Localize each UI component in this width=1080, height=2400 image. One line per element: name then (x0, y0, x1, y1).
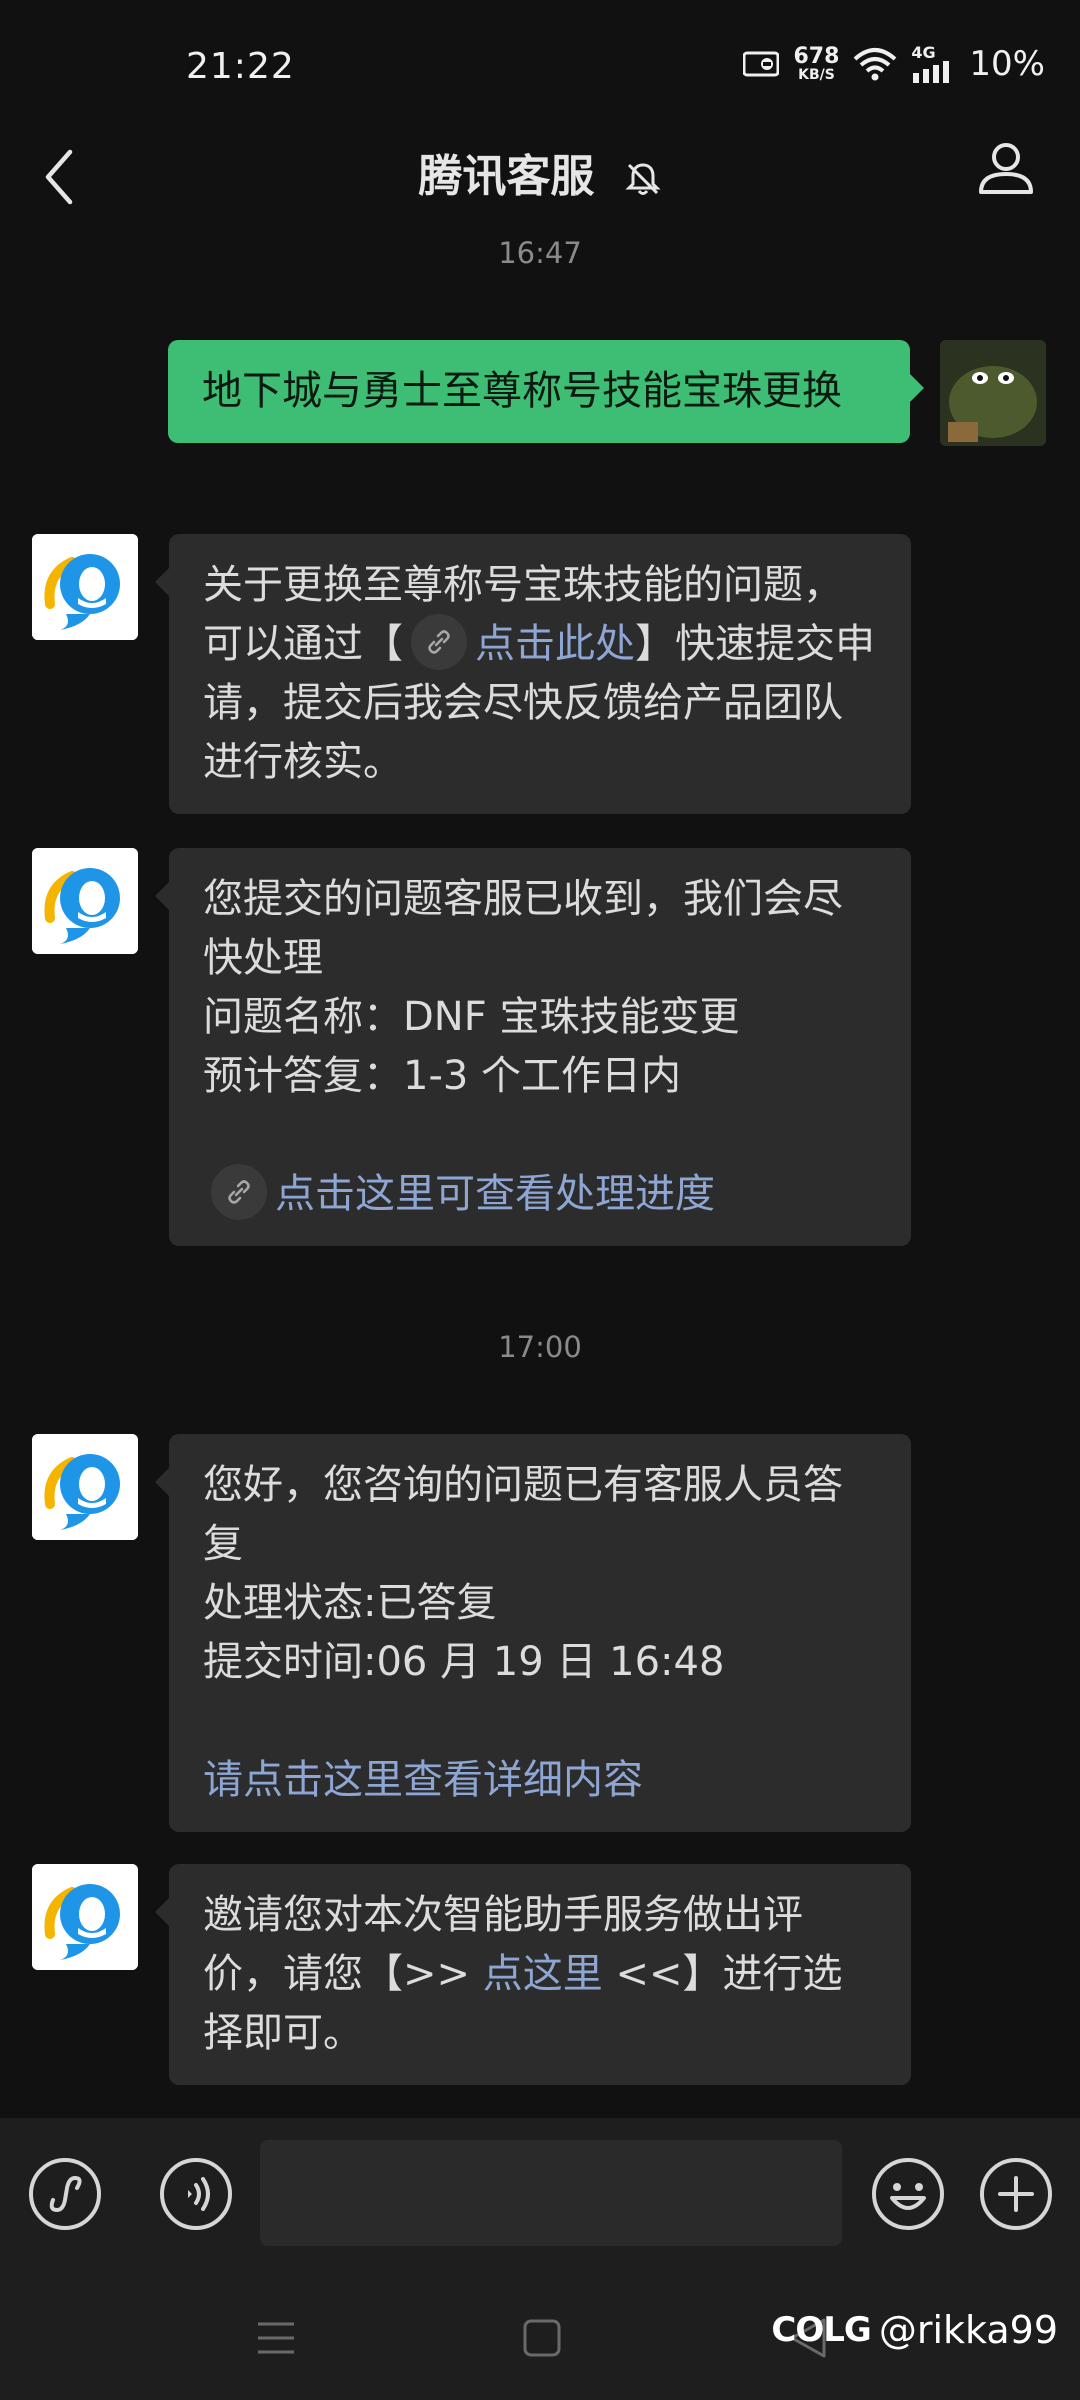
chat-title: 腾讯客服 (0, 140, 1080, 204)
chat-header: 腾讯客服 (0, 130, 1080, 250)
cellular-signal: 4G (911, 45, 955, 83)
speed-unit: KB/S (798, 67, 835, 83)
network-type: 4G (911, 43, 936, 62)
battery-level: 10% (969, 44, 1045, 84)
status-icons: 678 KB/S 4G 10% (743, 44, 1045, 84)
progress-link-row[interactable]: 点击这里可查看处理进度 (211, 1164, 879, 1224)
submit-request-link[interactable]: 点击此处 (475, 621, 635, 667)
voice-input-icon[interactable] (158, 2156, 234, 2232)
speed-value: 678 (793, 44, 840, 69)
view-progress-link[interactable]: 点击这里可查看处理进度 (275, 1171, 715, 1217)
tencent-service-logo-icon (32, 1864, 138, 1970)
tencent-service-logo-icon (32, 848, 138, 954)
tencent-service-logo-icon (32, 1434, 138, 1540)
view-details-link[interactable]: 请点击这里查看详细内容 (203, 1751, 879, 1810)
add-more-icon[interactable] (978, 2156, 1054, 2232)
message-input[interactable] (260, 2140, 842, 2246)
received-message-bubble: 您好，您咨询的问题已有客服人员答复 处理状态:已答复 提交时间:06 月 19 … (155, 1434, 911, 1832)
status-time: 21:22 (186, 46, 295, 87)
profile-icon[interactable] (976, 138, 1036, 198)
bot-avatar[interactable] (32, 1434, 138, 1540)
network-speed: 678 KB/S (793, 44, 840, 83)
watermark-logo: COLG (771, 2310, 871, 2350)
message-timestamp: 17:00 (498, 1330, 582, 1364)
mini-program-icon[interactable] (27, 2156, 103, 2232)
wifi-icon (854, 48, 897, 81)
watermark: COLG @rikka99 (771, 2308, 1058, 2352)
link-icon[interactable] (411, 614, 467, 670)
rate-service-link[interactable]: 点这里 (483, 1951, 603, 1997)
message-line: 您好，您咨询的问题已有客服人员答复 (203, 1462, 843, 1567)
user-avatar-image (940, 340, 1046, 446)
tencent-service-logo-icon (32, 534, 138, 640)
message-line: 您提交的问题客服已收到，我们会尽快处理 (203, 876, 843, 981)
sent-message-bubble[interactable]: 地下城与勇士至尊称号技能宝珠更换 (168, 340, 924, 443)
link-icon (211, 1164, 267, 1220)
chat-title-text: 腾讯客服 (418, 151, 595, 202)
received-message-bubble: 关于更换至尊称号宝珠技能的问题，可以通过【 点击此处】快速提交申请，提交后我会尽快… (155, 534, 911, 814)
issue-name: 问题名称：DNF 宝珠技能变更 (203, 994, 740, 1040)
message-timestamp: 16:47 (498, 236, 582, 270)
status-bar: 21:22 678 KB/S 4G 10% (0, 0, 1080, 130)
signal-icon (913, 61, 950, 83)
menu-icon[interactable] (254, 2316, 298, 2360)
mute-bell-icon (625, 163, 661, 195)
nfc-icon (743, 51, 780, 77)
process-status: 处理状态:已答复 (203, 1580, 497, 1626)
received-message-bubble: 您提交的问题客服已收到，我们会尽快处理 问题名称：DNF 宝珠技能变更 预计答复… (155, 848, 911, 1246)
bot-avatar[interactable] (32, 848, 138, 954)
sent-message-text: 地下城与勇士至尊称号技能宝珠更换 (202, 368, 842, 414)
home-icon[interactable] (520, 2316, 564, 2360)
watermark-handle: @rikka99 (878, 2308, 1058, 2352)
emoji-icon[interactable] (870, 2156, 946, 2232)
user-avatar[interactable] (940, 340, 1046, 446)
received-message-bubble: 邀请您对本次智能助手服务做出评价，请您【>> 点这里 <<】进行选择即可。 (155, 1864, 911, 2085)
submit-time: 提交时间:06 月 19 日 16:48 (203, 1639, 725, 1685)
expected-reply: 预计答复：1-3 个工作日内 (203, 1053, 682, 1099)
bot-avatar[interactable] (32, 534, 138, 640)
bot-avatar[interactable] (32, 1864, 138, 1970)
chat-input-bar (0, 2118, 1080, 2274)
